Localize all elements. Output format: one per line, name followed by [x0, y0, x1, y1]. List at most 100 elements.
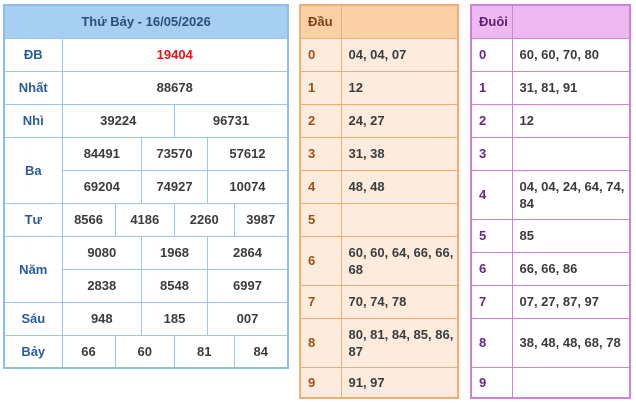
prize-value-ba: 10074 — [206, 169, 289, 204]
duoi-header-label: Đuôi — [471, 5, 513, 39]
prize-row-bay: Bảy 66 60 81 84 — [3, 334, 289, 369]
duoi-digit: 0 — [471, 37, 513, 72]
dau-digit: 8 — [300, 317, 342, 368]
duoi-digit: 6 — [471, 251, 513, 286]
duoi-digit: 4 — [471, 169, 513, 220]
prize-value-ba: 84491 — [61, 136, 143, 171]
duoi-header-blank — [512, 5, 630, 39]
prize-value-ba: 57612 — [206, 136, 289, 171]
dau-digit: 4 — [300, 169, 342, 204]
prize-value-sau: 948 — [61, 301, 143, 336]
dau-digit: 6 — [300, 235, 342, 286]
dau-header-label: Đầu — [300, 5, 342, 39]
duoi-row: 3 — [471, 136, 630, 171]
duoi-digit: 7 — [471, 284, 513, 319]
prize-value-nam: 2838 — [61, 268, 143, 303]
dau-row: 8 80, 81, 84, 85, 86, 87 — [300, 317, 458, 368]
dau-values: 48, 48 — [341, 169, 458, 204]
dau-digit: 1 — [300, 70, 342, 105]
duoi-digit: 1 — [471, 70, 513, 105]
prize-row-tu: Tư 8566 4186 2260 3987 — [3, 202, 289, 237]
prize-label-nhat: Nhất — [3, 70, 63, 105]
dau-values: 12 — [341, 70, 458, 105]
dau-values: 70, 74, 78 — [341, 284, 458, 319]
dau-row: 3 31, 38 — [300, 136, 458, 171]
dau-digit: 3 — [300, 136, 342, 171]
dau-digit: 2 — [300, 103, 342, 138]
prize-value-tu: 4186 — [114, 202, 176, 237]
dau-row: 2 24, 27 — [300, 103, 458, 138]
dau-values: 04, 04, 07 — [341, 37, 458, 72]
prize-label-bay: Bảy — [3, 334, 63, 369]
duoi-row: 8 38, 48, 48, 68, 78 — [471, 317, 630, 368]
dau-digit: 5 — [300, 202, 342, 237]
prize-value-tu: 2260 — [174, 202, 235, 237]
duoi-values: 38, 48, 48, 68, 78 — [512, 317, 630, 368]
prize-value-ba: 69204 — [61, 169, 143, 204]
dau-row: 9 91, 97 — [300, 366, 458, 399]
duoi-row: 5 85 — [471, 218, 630, 253]
prize-value-db: 19404 — [61, 37, 289, 72]
dau-digit: 9 — [300, 366, 342, 399]
prize-value-bay: 84 — [233, 334, 289, 369]
dau-row: 6 60, 60, 64, 66, 66, 68 — [300, 235, 458, 286]
prize-label-db: ĐB — [3, 37, 63, 72]
prize-label-sau: Sáu — [3, 301, 63, 336]
dau-row: 0 04, 04, 07 — [300, 37, 458, 72]
prize-value-bay: 60 — [114, 334, 176, 369]
dau-row: 7 70, 74, 78 — [300, 284, 458, 319]
prize-value-sau: 185 — [141, 301, 208, 336]
dau-values — [341, 202, 458, 237]
prize-value-tu: 8566 — [61, 202, 116, 237]
duoi-digit: 9 — [471, 366, 513, 399]
prize-value-nhat: 88678 — [61, 70, 289, 105]
dau-header-row: Đầu — [300, 5, 458, 39]
prize-value-bay: 81 — [174, 334, 235, 369]
prize-value-nam: 1968 — [141, 235, 208, 270]
prize-value-nhi: 96731 — [174, 103, 289, 138]
prize-label-ba: Ba — [3, 136, 63, 204]
dau-table: Đầu 0 04, 04, 07 1 12 2 24, 27 3 31, 38 … — [299, 4, 459, 399]
duoi-values: 85 — [512, 218, 630, 253]
dau-values: 31, 38 — [341, 136, 458, 171]
dau-row: 4 48, 48 — [300, 169, 458, 204]
prize-row-nhi: Nhì 39224 96731 — [3, 103, 289, 138]
prize-row-db: ĐB 19404 — [3, 37, 289, 72]
duoi-values — [512, 136, 630, 171]
duoi-values: 60, 60, 70, 80 — [512, 37, 630, 72]
duoi-values: 04, 04, 24, 64, 74, 84 — [512, 169, 630, 220]
duoi-digit: 2 — [471, 103, 513, 138]
prize-row-sau: Sáu 948 185 007 — [3, 301, 289, 336]
prize-row-ba: Ba 84491 73570 57612 — [3, 136, 289, 204]
duoi-values: 31, 81, 91 — [512, 70, 630, 105]
prize-value-nhi: 39224 — [61, 103, 176, 138]
dau-row: 1 12 — [300, 70, 458, 105]
prize-label-tu: Tư — [3, 202, 63, 237]
results-header-row: Thứ Bảy - 16/05/2026 — [3, 4, 289, 39]
dau-values: 60, 60, 64, 66, 66, 68 — [341, 235, 458, 286]
duoi-row: 6 66, 66, 86 — [471, 251, 630, 286]
dau-values: 80, 81, 84, 85, 86, 87 — [341, 317, 458, 368]
duoi-row: 0 60, 60, 70, 80 — [471, 37, 630, 72]
dau-values: 24, 27 — [341, 103, 458, 138]
prize-value-nam: 9080 — [61, 235, 143, 270]
prize-value-nam: 8548 — [141, 268, 208, 303]
duoi-row: 7 07, 27, 87, 97 — [471, 284, 630, 319]
duoi-digit: 3 — [471, 136, 513, 171]
duoi-values: 66, 66, 86 — [512, 251, 630, 286]
duoi-values: 07, 27, 87, 97 — [512, 284, 630, 319]
dau-values: 91, 97 — [341, 366, 458, 399]
prize-value-ba: 74927 — [141, 169, 208, 204]
prize-label-nam: Năm — [3, 235, 63, 303]
dau-row: 5 — [300, 202, 458, 237]
duoi-table: Đuôi 0 60, 60, 70, 80 1 31, 81, 91 2 12 … — [470, 4, 631, 399]
duoi-values — [512, 366, 630, 399]
dau-header-blank — [341, 5, 458, 39]
results-date-title: Thứ Bảy - 16/05/2026 — [3, 4, 289, 39]
duoi-digit: 5 — [471, 218, 513, 253]
prize-value-nam: 2864 — [206, 235, 289, 270]
prize-value-sau: 007 — [206, 301, 289, 336]
dau-digit: 0 — [300, 37, 342, 72]
duoi-row: 4 04, 04, 24, 64, 74, 84 — [471, 169, 630, 220]
prize-label-nhi: Nhì — [3, 103, 63, 138]
